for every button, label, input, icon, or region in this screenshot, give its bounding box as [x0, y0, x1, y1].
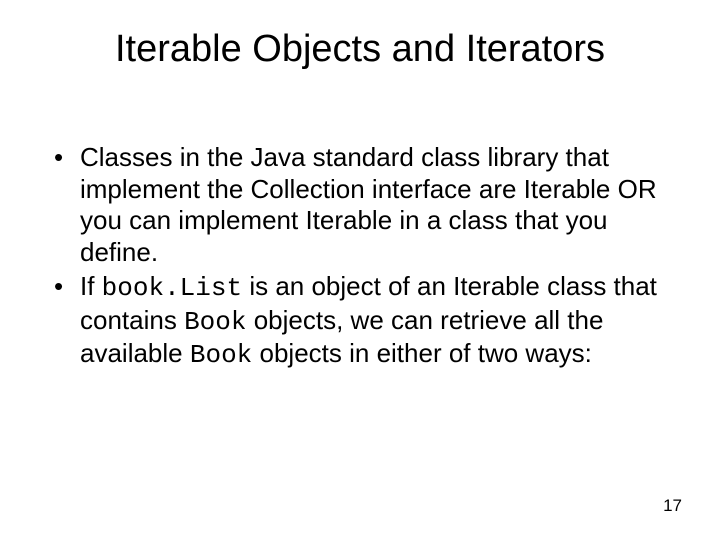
slide: Iterable Objects and Iterators Classes i… [0, 0, 720, 540]
bullet-1-text: Classes in the Java standard class libra… [80, 142, 657, 267]
slide-title: Iterable Objects and Iterators [0, 28, 720, 71]
bullet-item-1: Classes in the Java standard class libra… [50, 142, 670, 269]
code-book-2: Book [190, 340, 252, 370]
page-number: 17 [663, 496, 682, 516]
slide-body: Classes in the Java standard class libra… [50, 142, 670, 374]
bullet-item-2: If book.List is an object of an Iterable… [50, 271, 670, 372]
code-book-1: Book [184, 307, 246, 337]
bullet-list: Classes in the Java standard class libra… [50, 142, 670, 372]
code-booklist: book.List [102, 273, 242, 303]
bullet-2-part-4: objects in either of two ways: [252, 338, 592, 368]
bullet-2-part-1: If [80, 271, 102, 301]
